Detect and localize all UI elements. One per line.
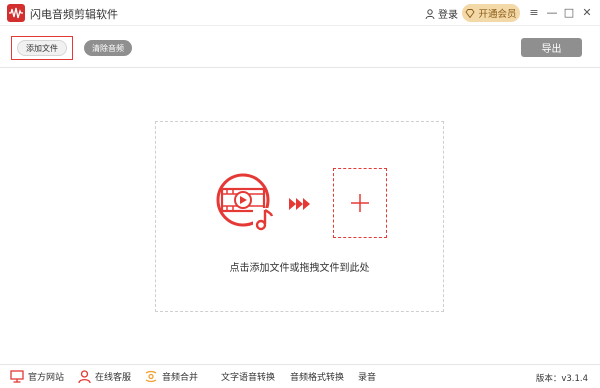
diamond-icon bbox=[465, 8, 476, 18]
text-speech-label: 文字语音转换 bbox=[221, 373, 276, 383]
file-drop-zone[interactable] bbox=[155, 121, 444, 312]
export-button[interactable]: 导出 bbox=[521, 38, 582, 57]
monitor-icon bbox=[10, 370, 24, 383]
maximize-button[interactable]: □ bbox=[562, 5, 576, 19]
vip-button[interactable]: 开通会员 bbox=[462, 4, 520, 22]
video-audio-icon bbox=[216, 173, 275, 231]
merge-icon bbox=[145, 370, 157, 383]
version-text: 版本：v3.1.4 bbox=[535, 374, 588, 384]
app-logo-icon bbox=[7, 4, 25, 22]
forward-arrows-icon bbox=[289, 198, 310, 210]
official-site-label: 官方网站 bbox=[28, 373, 65, 383]
user-icon bbox=[425, 8, 435, 19]
official-site-link[interactable]: 官方网站 bbox=[10, 370, 64, 383]
audio-merge-link[interactable]: 音频合并 bbox=[144, 370, 198, 383]
login-label: 登录 bbox=[438, 10, 458, 21]
online-service-link[interactable]: 在线客服 bbox=[78, 370, 131, 383]
user-service-icon bbox=[78, 370, 91, 383]
drop-hint-text: 点击添加文件或拖拽文件到此处 bbox=[229, 263, 370, 274]
record-label: 录音 bbox=[358, 373, 377, 383]
record-link[interactable]: 录音 bbox=[358, 370, 376, 383]
minimize-button[interactable]: — bbox=[545, 5, 559, 19]
login-button[interactable]: 登录 bbox=[425, 6, 458, 21]
clear-audio-button[interactable]: 清除音频 bbox=[84, 40, 132, 56]
format-convert-label: 音频格式转换 bbox=[290, 373, 345, 383]
vip-label: 开通会员 bbox=[478, 9, 517, 20]
add-file-box[interactable] bbox=[333, 168, 387, 238]
text-speech-link[interactable]: 文字语音转换 bbox=[221, 370, 275, 383]
close-button[interactable]: ✕ bbox=[580, 5, 594, 19]
add-file-button[interactable]: 添加文件 bbox=[17, 40, 67, 56]
audio-merge-label: 音频合并 bbox=[162, 373, 199, 383]
online-service-label: 在线客服 bbox=[95, 373, 132, 383]
menu-icon[interactable]: ≡ bbox=[527, 5, 541, 19]
plus-icon bbox=[351, 194, 369, 212]
format-convert-link[interactable]: 音频格式转换 bbox=[290, 370, 344, 383]
app-title: 闪电音频剪辑软件 bbox=[30, 8, 118, 21]
